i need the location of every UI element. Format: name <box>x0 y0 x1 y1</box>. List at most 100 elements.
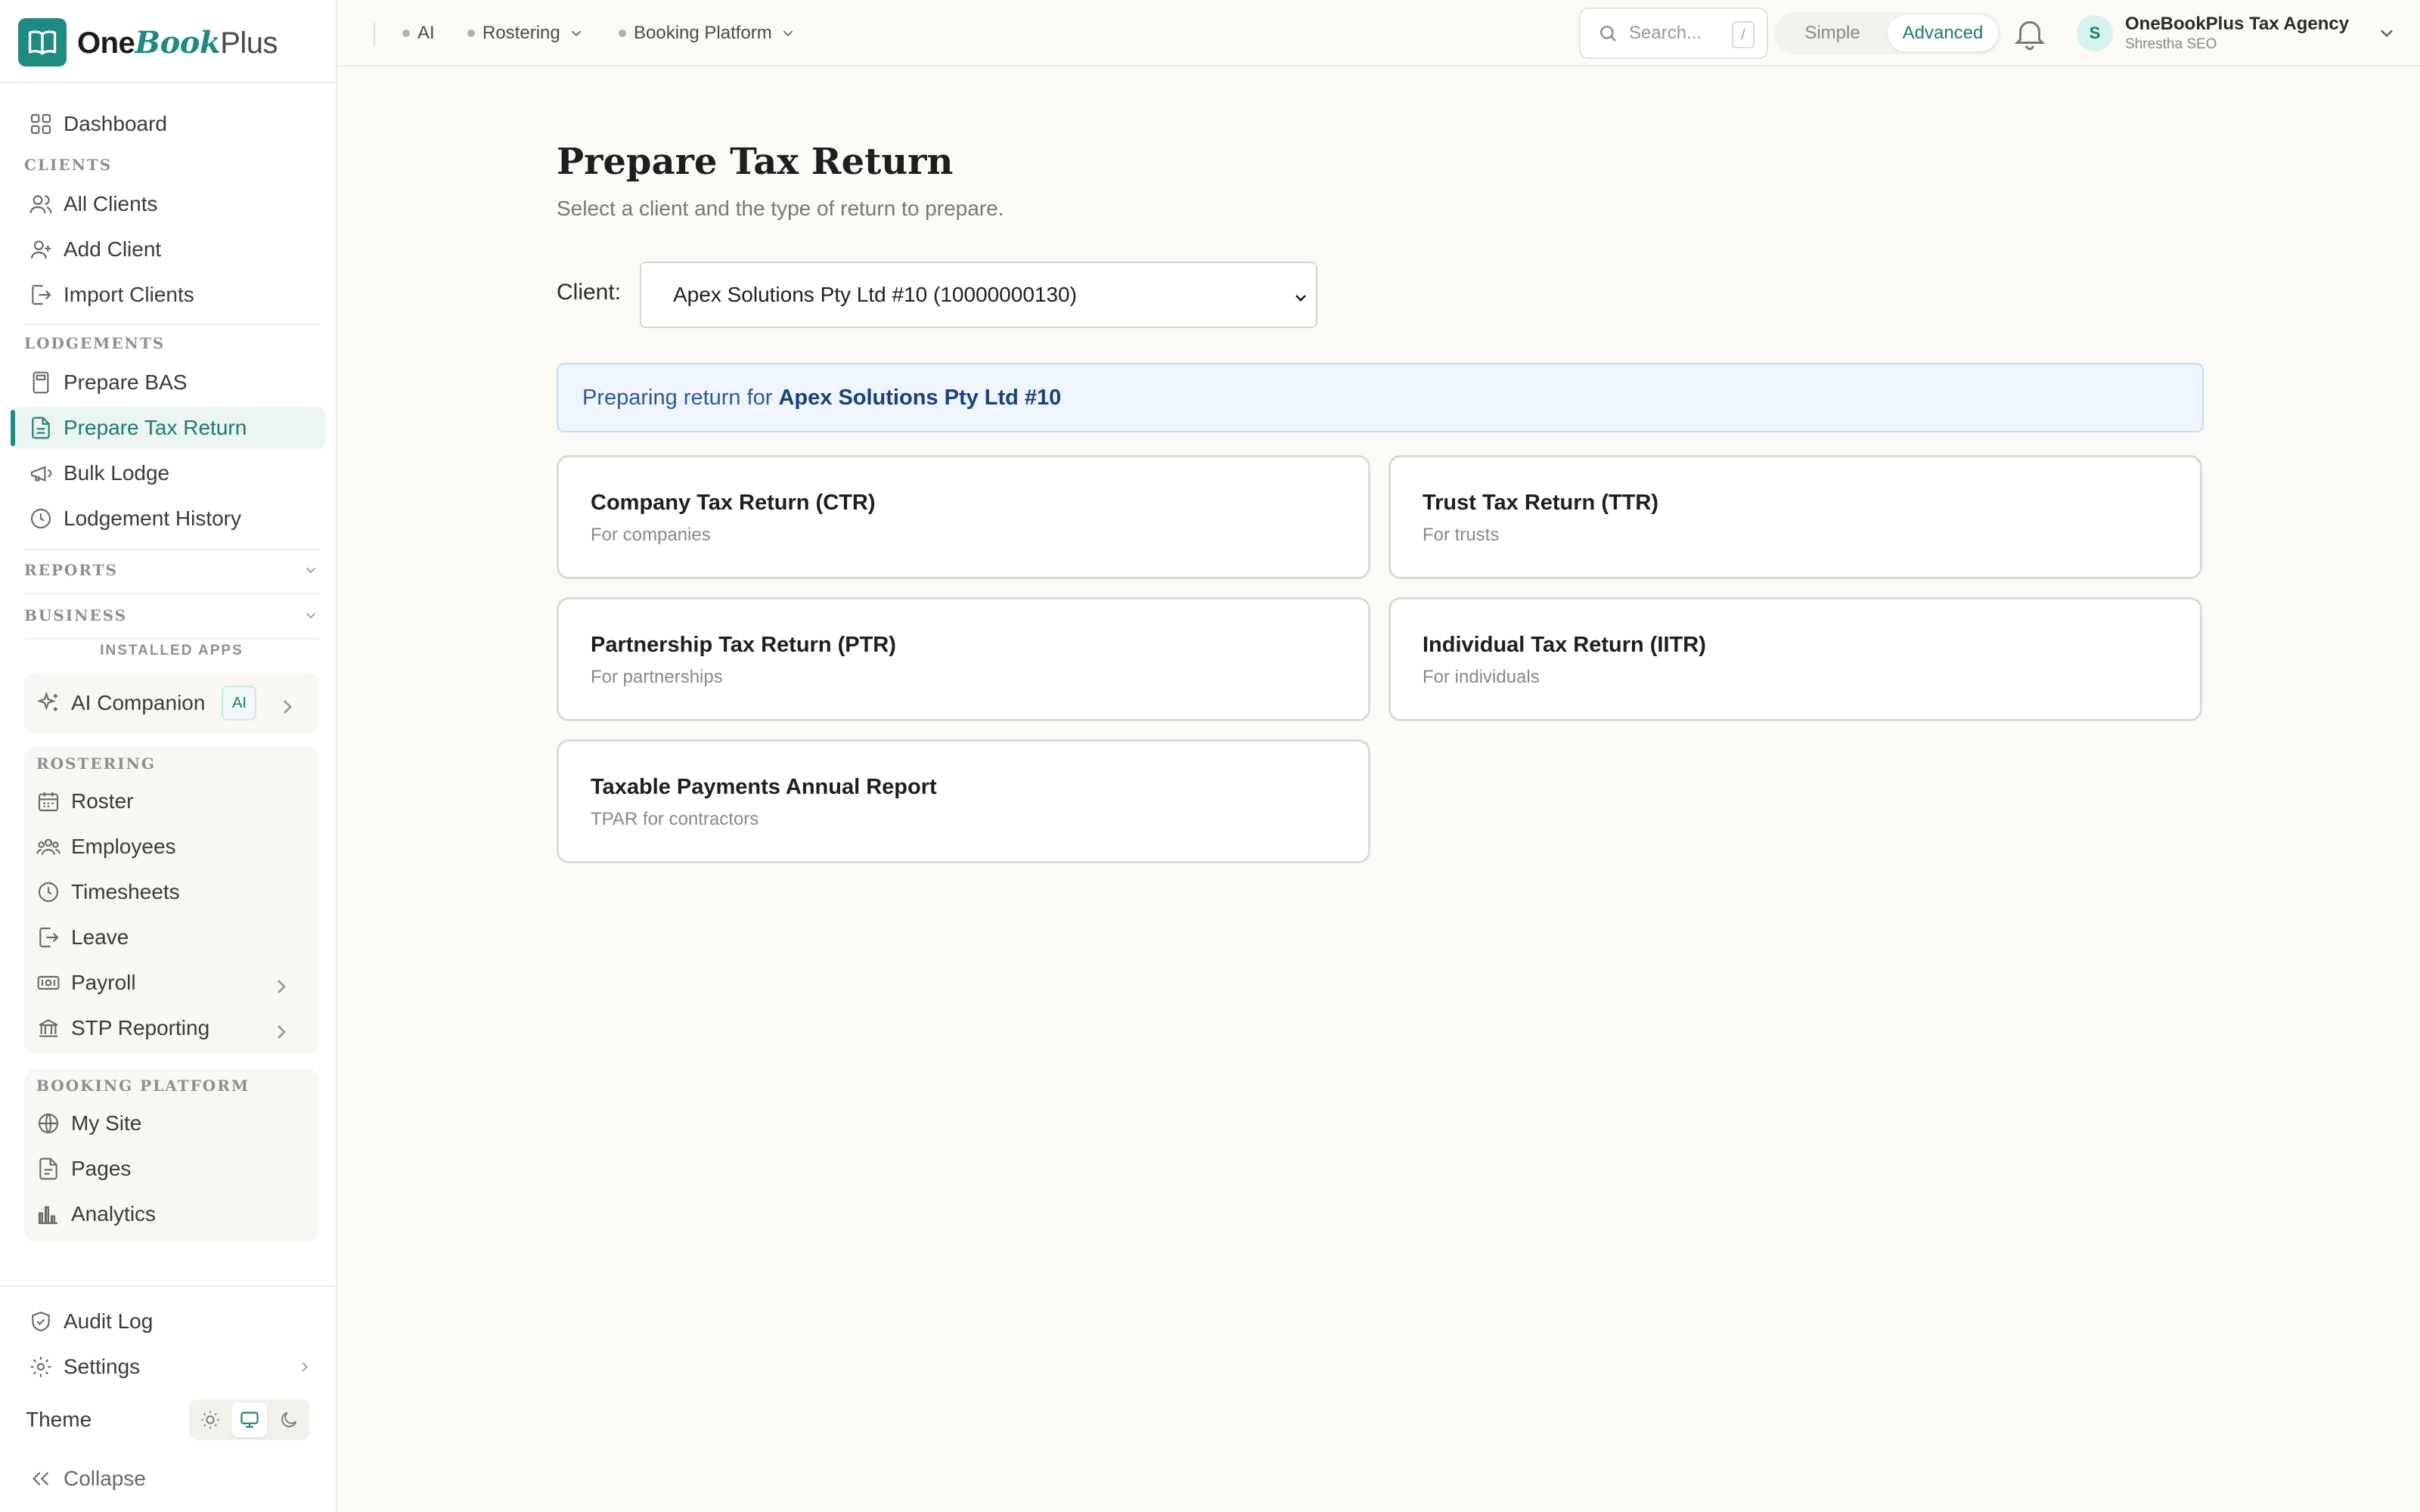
clock-icon <box>38 881 59 903</box>
card-subtitle: For trusts <box>1423 525 1500 545</box>
theme-dark-button[interactable] <box>271 1402 307 1437</box>
logo-text: OneBookPlus <box>77 24 278 60</box>
chevron-right-icon <box>302 1362 309 1372</box>
theme-switch <box>189 1399 310 1440</box>
sidebar-item-roster[interactable]: Roster <box>36 780 307 823</box>
sidebar-item-my-site[interactable]: My Site <box>36 1102 307 1145</box>
nav-dot-icon <box>619 29 626 37</box>
section-business: BUSINESS <box>24 606 128 624</box>
section-booking-platform: BOOKING PLATFORM <box>36 1077 250 1095</box>
sidebar-item-label: Bulk Lodge <box>64 461 170 485</box>
nav-dot-icon <box>467 29 475 37</box>
sidebar-item-label: Audit Log <box>64 1309 154 1333</box>
sidebar-item-add-client[interactable]: Add Client <box>12 228 325 271</box>
chevron-down-icon <box>783 30 793 37</box>
page-subtitle: Select a client and the type of return t… <box>557 197 1004 220</box>
search-shortcut-key: / <box>1732 21 1754 48</box>
sidebar-item-label: Roster <box>71 789 134 813</box>
file-icon <box>39 1157 57 1180</box>
chevron-right-icon <box>278 980 286 993</box>
chevron-down-icon <box>2381 29 2393 38</box>
bank-icon <box>39 1019 58 1037</box>
return-card-iitr[interactable]: Individual Tax Return (IITR) For individ… <box>1388 597 2202 721</box>
card-title: Company Tax Return (CTR) <box>591 491 876 515</box>
return-card-ptr[interactable]: Partnership Tax Return (PTR) For partner… <box>557 597 1370 721</box>
sidebar-item-stp-reporting[interactable]: STP Reporting <box>36 1007 307 1049</box>
mode-simple-button[interactable]: Simple <box>1777 15 1888 51</box>
client-select[interactable]: Apex Solutions Pty Ltd #10 (10000000130) <box>640 262 1317 328</box>
client-select-value: Apex Solutions Pty Ltd #10 (10000000130) <box>673 283 1077 306</box>
import-icon <box>32 284 51 305</box>
top-nav-rostering[interactable]: Rostering <box>467 20 585 47</box>
sidebar-item-employees[interactable]: Employees <box>36 826 307 868</box>
calculator-icon <box>33 371 49 394</box>
sidebar-collapse-button[interactable]: Collapse <box>12 1458 325 1500</box>
section-reports-toggle[interactable]: REPORTS <box>24 555 319 585</box>
top-nav-booking-platform[interactable]: Booking Platform <box>619 20 796 47</box>
sidebar-item-pages[interactable]: Pages <box>36 1148 307 1190</box>
sidebar-item-import-clients[interactable]: Import Clients <box>12 274 325 316</box>
theme-light-button[interactable] <box>192 1402 228 1437</box>
notifications-button[interactable] <box>2007 11 2052 56</box>
page-title: Prepare Tax Return <box>557 141 954 183</box>
account-text: OneBookPlus Tax Agency Shrestha SEO <box>2125 14 2349 53</box>
sidebar-item-leave[interactable]: Leave <box>36 916 307 959</box>
mode-advanced-button[interactable]: Advanced <box>1888 15 1998 51</box>
sidebar-item-all-clients[interactable]: All Clients <box>12 183 325 225</box>
card-subtitle: For partnerships <box>591 667 723 687</box>
top-nav-label: Rostering <box>482 23 560 43</box>
bar-chart-icon <box>38 1206 57 1225</box>
sidebar-item-label: Import Clients <box>64 283 194 306</box>
mode-toggle: Simple Advanced <box>1774 12 2001 54</box>
theme-system-button[interactable] <box>231 1402 268 1437</box>
logo[interactable]: OneBookPlus <box>18 17 278 68</box>
section-business-toggle[interactable]: BUSINESS <box>24 600 319 631</box>
top-bar: AI Rostering Booking Platform Search... … <box>337 0 2420 67</box>
banknote-icon <box>37 975 60 990</box>
sidebar-item-label: Dashboard <box>64 112 167 135</box>
sidebar-item-dashboard[interactable]: Dashboard <box>12 103 325 145</box>
return-card-tpar[interactable]: Taxable Payments Annual Report TPAR for … <box>557 739 1370 863</box>
sidebar-item-payroll[interactable]: Payroll <box>36 962 307 1004</box>
sidebar-item-label: Prepare Tax Return <box>64 416 247 439</box>
user-plus-icon <box>30 240 51 259</box>
clock-icon <box>30 508 51 529</box>
booking-platform-group: BOOKING PLATFORM My Site Pages Analytics <box>24 1069 319 1241</box>
card-title: Individual Tax Return (IITR) <box>1423 633 1706 657</box>
sidebar-item-analytics[interactable]: Analytics <box>36 1193 307 1235</box>
search-icon <box>1600 26 1616 42</box>
chevron-down-icon <box>306 612 316 619</box>
ai-badge: AI <box>222 686 257 720</box>
avatar: S <box>2077 15 2113 51</box>
sidebar-item-lodgement-history[interactable]: Lodgement History <box>12 497 325 540</box>
card-title: Partnership Tax Return (PTR) <box>591 633 896 657</box>
calendar-icon <box>38 792 59 812</box>
bell-icon <box>2014 20 2046 51</box>
sidebar-item-label: Settings <box>64 1355 141 1378</box>
preparing-return-banner: Preparing return for Apex Solutions Pty … <box>557 363 2204 432</box>
sidebar-item-audit-log[interactable]: Audit Log <box>12 1300 325 1343</box>
sidebar-item-ai-companion[interactable]: AI Companion AI <box>36 682 307 724</box>
sidebar-item-settings[interactable]: Settings <box>12 1346 325 1388</box>
sidebar-item-label: My Site <box>71 1111 142 1135</box>
globe-icon <box>38 1113 59 1134</box>
sidebar-item-label: Employees <box>71 835 176 858</box>
shield-check-icon <box>32 1311 50 1332</box>
section-divider <box>24 324 319 325</box>
chevron-down-icon <box>571 30 581 37</box>
chevron-right-icon <box>278 1025 286 1039</box>
return-card-ctr[interactable]: Company Tax Return (CTR) For companies <box>557 455 1370 579</box>
sidebar-item-prepare-bas[interactable]: Prepare BAS <box>12 361 325 404</box>
top-nav-ai[interactable]: AI <box>402 20 435 47</box>
logout-icon <box>39 927 59 948</box>
return-card-ttr[interactable]: Trust Tax Return (TTR) For trusts <box>1388 455 2202 579</box>
sidebar-item-label: Analytics <box>71 1202 157 1225</box>
card-title: Trust Tax Return (TTR) <box>1423 491 1659 515</box>
account-menu[interactable]: S OneBookPlus Tax Agency Shrestha SEO <box>2077 12 2397 54</box>
sidebar-item-timesheets[interactable]: Timesheets <box>36 871 307 913</box>
search-input[interactable]: Search... / <box>1579 8 1768 59</box>
moon-icon <box>281 1411 297 1427</box>
sidebar-item-prepare-tax-return[interactable]: Prepare Tax Return <box>11 407 325 449</box>
chevron-down-icon <box>306 567 316 574</box>
sidebar-item-bulk-lodge[interactable]: Bulk Lodge <box>12 452 325 494</box>
